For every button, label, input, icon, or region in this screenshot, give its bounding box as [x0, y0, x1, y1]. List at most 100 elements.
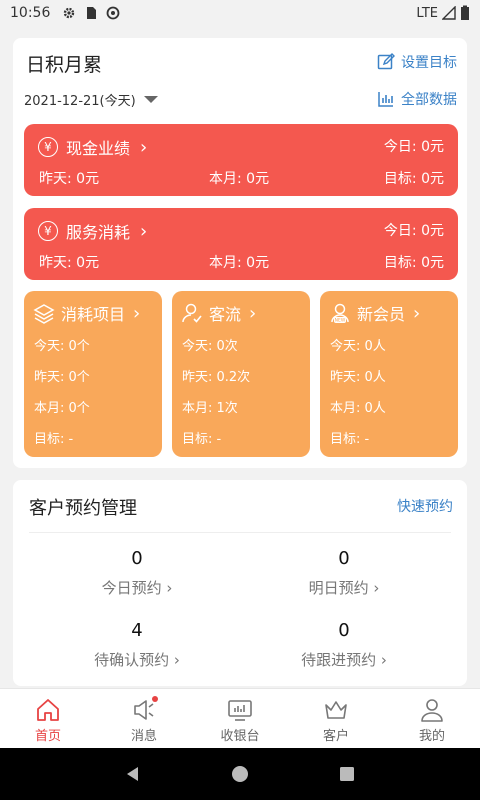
new-user-icon: NEW [331, 303, 349, 324]
customer-traffic-card[interactable]: 客流 › 今天: 0次 昨天: 0.2次 本月: 1次 目标: - [172, 291, 310, 457]
tab-cashier-label: 收银台 [220, 729, 260, 744]
tab-messages[interactable]: 消息 [96, 689, 192, 748]
service-month: 本月: 0元 [209, 255, 270, 271]
status-bar: 10:56 LTE [0, 0, 480, 26]
traffic-yesterday: 昨天: 0.2次 [182, 370, 251, 385]
today-appointments[interactable]: 0 今日预约 › [57, 548, 217, 598]
new-members-card[interactable]: NEW 新会员 › 今天: 0人 昨天: 0人 本月: 0人 目标: - [320, 291, 458, 457]
tomorrow-appointments[interactable]: 0 明日预约 › [264, 548, 424, 598]
crown-icon [325, 701, 347, 719]
system-nav-bar [0, 748, 480, 800]
tab-home[interactable]: 首页 [0, 689, 96, 748]
chevron-right-icon: › [140, 220, 148, 242]
bottom-tab-bar: 首页 消息 收银台 客户 我的 [0, 688, 480, 748]
service-today: 今日: 0元 [383, 223, 444, 239]
summary-card: 日积月累 设置目标 2021-12-21(今天) 全部数据 ¥ 现金业绩 › 今… [13, 38, 467, 468]
sync-icon [106, 6, 120, 20]
tab-messages-label: 消息 [130, 729, 157, 744]
tomorrow-label: 明日预约 › [308, 579, 380, 597]
appointment-card: 客户预约管理 快速预约 0 今日预约 › 0 明日预约 › 4 待确认预约 › … [13, 480, 467, 686]
unread-badge [152, 696, 158, 702]
members-title-label: 新会员 [357, 305, 406, 324]
summary-title: 日积月累 [26, 54, 103, 76]
items-target: 目标: - [34, 432, 74, 447]
home-icon [37, 699, 59, 721]
today-count: 0 [131, 548, 143, 569]
settings-icon [64, 7, 75, 19]
items-title-label: 消耗项目 [61, 305, 126, 324]
traffic-title: 客流 › [181, 301, 256, 325]
cash-yesterday: 昨天: 0元 [39, 171, 100, 187]
members-yesterday: 昨天: 0人 [330, 370, 386, 385]
cash-today: 今日: 0元 [383, 139, 444, 155]
cashier-icon [228, 700, 252, 721]
yuan-icon: ¥ [38, 221, 58, 241]
user-check-icon [182, 303, 202, 323]
tab-customers[interactable]: 客户 [288, 689, 384, 748]
items-yesterday: 昨天: 0个 [34, 370, 90, 385]
items-title: 消耗项目 › [33, 301, 140, 325]
items-today: 今天: 0个 [34, 339, 90, 354]
traffic-target: 目标: - [182, 432, 222, 447]
chevron-right-icon: › [140, 136, 148, 158]
battery-icon [461, 5, 469, 20]
traffic-today: 今天: 0次 [182, 339, 238, 354]
chevron-right-icon: › [413, 302, 421, 324]
cash-title-label: 现金业绩 [66, 139, 131, 158]
home-nav-icon[interactable] [230, 764, 250, 784]
service-target: 目标: 0元 [383, 255, 444, 271]
tab-home-label: 首页 [34, 729, 61, 744]
cash-title: ¥ 现金业绩 › [38, 135, 147, 159]
quick-appointment-link[interactable]: 快速预约 [397, 496, 453, 516]
pending-label: 待确认预约 › [94, 651, 180, 669]
set-goal-link[interactable]: 设置目标 [377, 52, 457, 72]
tab-cashier[interactable]: 收银台 [192, 689, 288, 748]
followup-label: 待跟进预约 › [301, 651, 387, 669]
pending-appointments[interactable]: 4 待确认预约 › [57, 620, 217, 670]
yuan-icon: ¥ [38, 137, 58, 157]
bar-chart-icon [378, 92, 393, 107]
profile-icon [421, 699, 443, 722]
members-title: NEW 新会员 › [329, 301, 420, 325]
cash-target: 目标: 0元 [383, 171, 444, 187]
all-data-label: 全部数据 [401, 92, 457, 108]
members-today: 今天: 0人 [330, 339, 386, 354]
divider [29, 532, 451, 533]
all-data-link[interactable]: 全部数据 [377, 89, 457, 109]
cash-month: 本月: 0元 [209, 171, 270, 187]
service-title: ¥ 服务消耗 › [38, 219, 147, 243]
service-title-label: 服务消耗 [66, 223, 131, 242]
tab-me-label: 我的 [418, 729, 445, 744]
chevron-right-icon: › [249, 302, 257, 324]
back-icon[interactable] [123, 764, 143, 784]
traffic-month: 本月: 1次 [182, 401, 238, 416]
tomorrow-count: 0 [338, 548, 350, 569]
recents-icon[interactable] [337, 764, 357, 784]
date-label: 2021-12-21(今天) [24, 94, 136, 109]
service-consumption-card[interactable]: ¥ 服务消耗 › 今日: 0元 昨天: 0元 本月: 0元 目标: 0元 [24, 208, 458, 280]
cash-performance-card[interactable]: ¥ 现金业绩 › 今日: 0元 昨天: 0元 本月: 0元 目标: 0元 [24, 124, 458, 196]
followup-appointments[interactable]: 0 待跟进预约 › [264, 620, 424, 670]
followup-count: 0 [338, 620, 350, 641]
members-target: 目标: - [330, 432, 370, 447]
svg-text:NEW: NEW [335, 318, 346, 324]
dropdown-icon [143, 96, 158, 103]
date-selector[interactable]: 2021-12-21(今天) [24, 90, 158, 109]
members-month: 本月: 0人 [330, 401, 386, 416]
service-yesterday: 昨天: 0元 [39, 255, 100, 271]
consumed-items-card[interactable]: 消耗项目 › 今天: 0个 昨天: 0个 本月: 0个 目标: - [24, 291, 162, 457]
today-label: 今日预约 › [101, 579, 173, 597]
layers-icon [33, 304, 55, 324]
signal-icon [442, 6, 456, 20]
sd-card-icon [87, 7, 97, 19]
traffic-title-label: 客流 [209, 305, 242, 324]
tab-customers-label: 客户 [322, 729, 349, 744]
items-month: 本月: 0个 [34, 401, 90, 416]
edit-icon [377, 53, 395, 70]
chevron-right-icon: › [133, 302, 141, 324]
status-time: 10:56 [10, 5, 51, 21]
network-label: LTE [416, 5, 438, 21]
tab-me[interactable]: 我的 [384, 689, 480, 748]
pending-count: 4 [131, 620, 143, 641]
set-goal-label: 设置目标 [401, 55, 457, 71]
